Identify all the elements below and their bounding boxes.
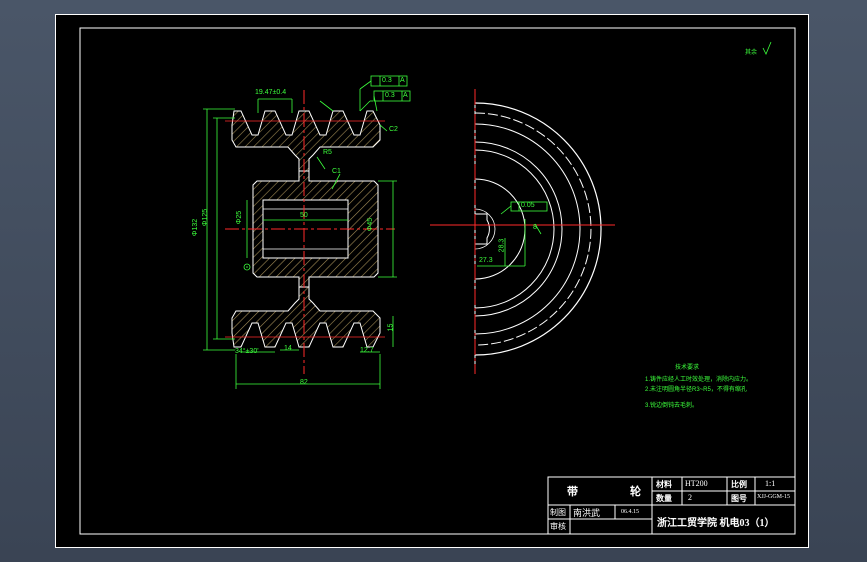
scale-label: 比例 [731, 480, 747, 489]
material-label: 材料 [656, 480, 672, 489]
dim-groove-depth: 15 [387, 323, 395, 332]
notes-line2: 2.未注明圆角半径R3~R5，不得有缩孔 [645, 387, 747, 393]
drawn-label: 制图 [550, 508, 566, 517]
dim-groove-angle: 34°±30' [235, 348, 259, 355]
notes-line1: 1.铸件应经人工时效处理，消除内应力。 [645, 377, 753, 383]
school-name: 浙江工贸学院 机电03（1） [657, 518, 775, 529]
checked-label: 审核 [550, 522, 566, 531]
part-name-char2: 轮 [630, 486, 641, 498]
dim-edge: 12.7 [360, 347, 374, 354]
dim-keyway-width: 8 [533, 224, 537, 231]
dim-chamfer-c1: C1 [332, 168, 341, 175]
dim-datum2: A [403, 92, 408, 99]
surface-finish-mark [762, 41, 772, 55]
top-rim [231, 110, 381, 172]
scale-value: 1:1 [765, 479, 776, 488]
dim-outer-diameter: Φ132 [192, 218, 200, 237]
dim-fillet-r5: R5 [323, 149, 332, 156]
drawn-name: 南洪武 [573, 508, 601, 518]
dim-hub-diameter: Φ45 [367, 217, 375, 232]
inner-border [79, 27, 796, 535]
dim-bore-diameter: Φ25 [236, 210, 244, 225]
dim-keyway-height: 28.3 [498, 238, 506, 253]
quantity-label: 数量 [656, 494, 672, 503]
notes-line3: 3.锐边倒钝去毛刺。 [645, 403, 699, 409]
drawing-no-value: XJJ-GGM-15 [757, 494, 790, 500]
notes-title: 技术要求 [675, 365, 700, 371]
drawing-no-label: 图号 [731, 494, 747, 503]
dim-groove-pitch: 19.47±0.4 [255, 89, 287, 96]
bottom-rim [231, 286, 381, 348]
corner-roughness-mark: 其余 [745, 50, 758, 56]
outer-border [55, 14, 809, 548]
dim-pitch-diameter: Φ125 [202, 208, 210, 227]
dim-runout2: 0.3 [385, 92, 395, 99]
dim-hub-length: 50 [300, 212, 308, 219]
dim-datum1: A [400, 77, 405, 84]
part-name-char1: 带 [567, 486, 578, 498]
dim-chamfer-c2: C2 [389, 126, 398, 133]
dim-keyway-depth: 27.3 [479, 257, 493, 264]
dim-keyway-tolerance: 0.05 [521, 202, 535, 209]
drawing-sheet: 19.47±0.4 0.3 A 0.3 A C2 C1 R5 Φ132 Φ125… [55, 14, 809, 548]
section-view [203, 75, 411, 389]
dim-groove-width: 14 [284, 345, 292, 352]
drawn-date: 06.4.15 [621, 509, 639, 515]
dim-runout1: 0.3 [382, 77, 392, 84]
dim-total-width: 82 [300, 379, 308, 386]
quantity-value: 2 [688, 493, 692, 502]
material-value: HT200 [685, 479, 708, 488]
cad-drawing [55, 14, 809, 548]
side-view [430, 89, 615, 374]
